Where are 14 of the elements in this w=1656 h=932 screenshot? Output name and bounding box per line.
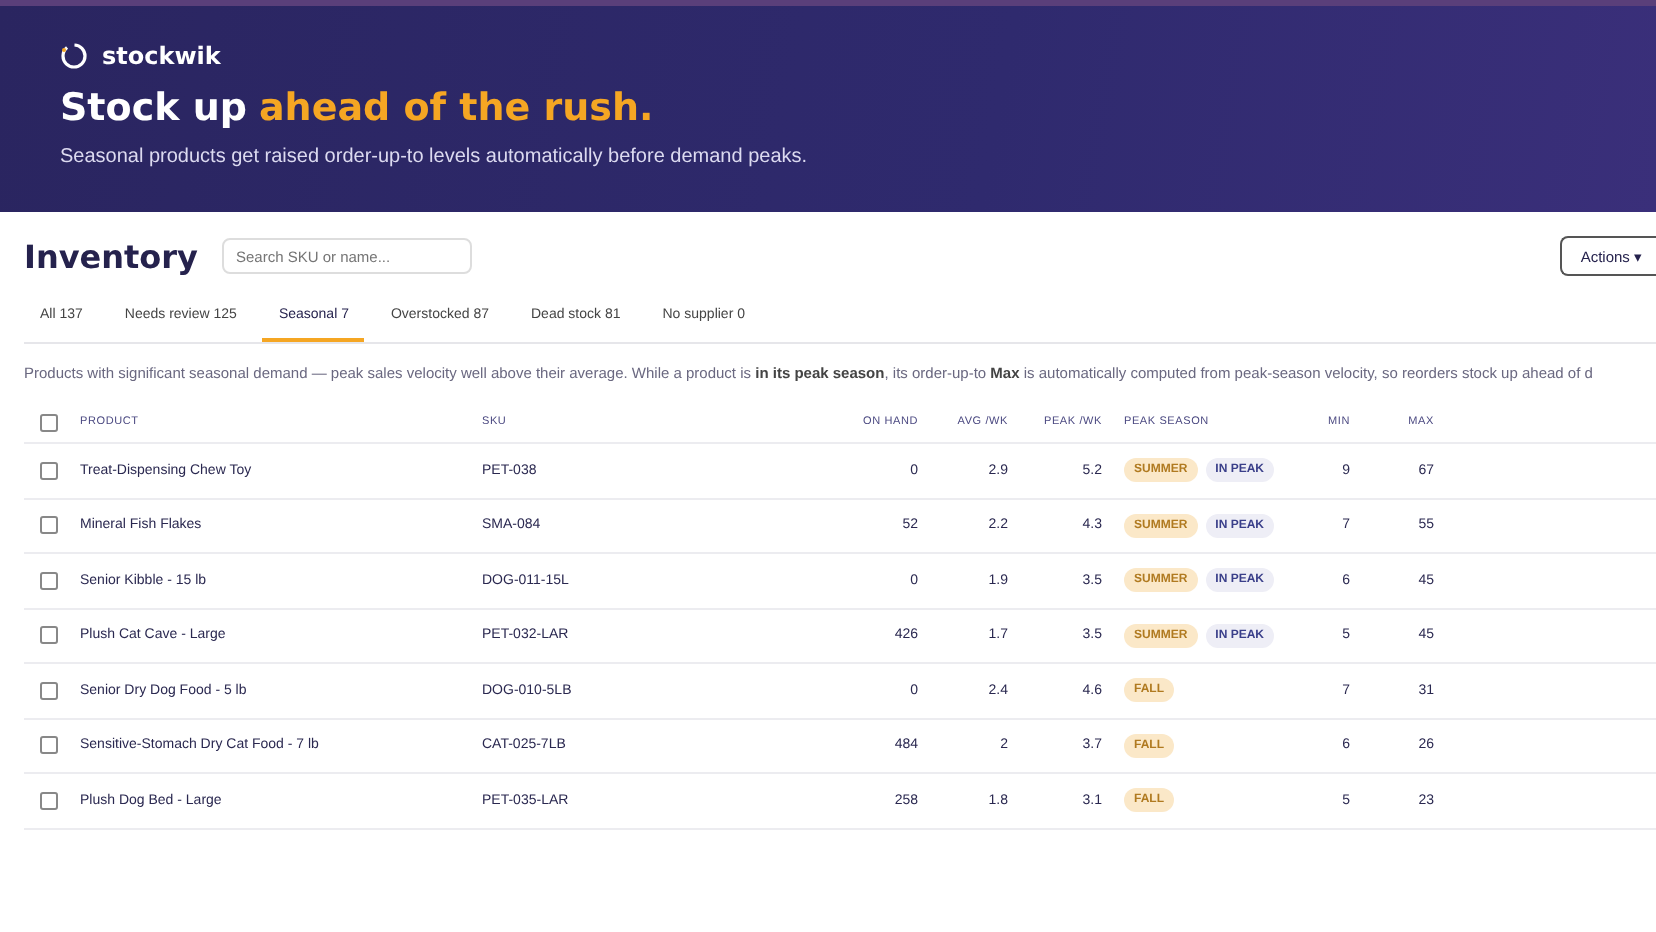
logo-icon — [60, 42, 88, 70]
hero-title: Stock up — [60, 86, 247, 130]
hero-subtitle: Seasonal products get raised order-up-to levels automatically before demand peaks. — [60, 146, 810, 168]
page-title: Inventory — [24, 237, 198, 275]
row-checkbox[interactable] — [40, 626, 58, 645]
hero-title-highlight: ahead of the rush. — [258, 86, 654, 130]
row-checkbox[interactable] — [40, 571, 58, 590]
row-checkbox[interactable] — [40, 461, 58, 480]
select-all-checkbox[interactable] — [40, 413, 58, 431]
row-checkbox[interactable] — [40, 516, 58, 535]
row-checkbox[interactable] — [40, 736, 58, 755]
brand-name: stockwik — [102, 42, 221, 70]
row-checkbox[interactable] — [40, 791, 58, 810]
row-checkbox[interactable] — [40, 681, 58, 700]
